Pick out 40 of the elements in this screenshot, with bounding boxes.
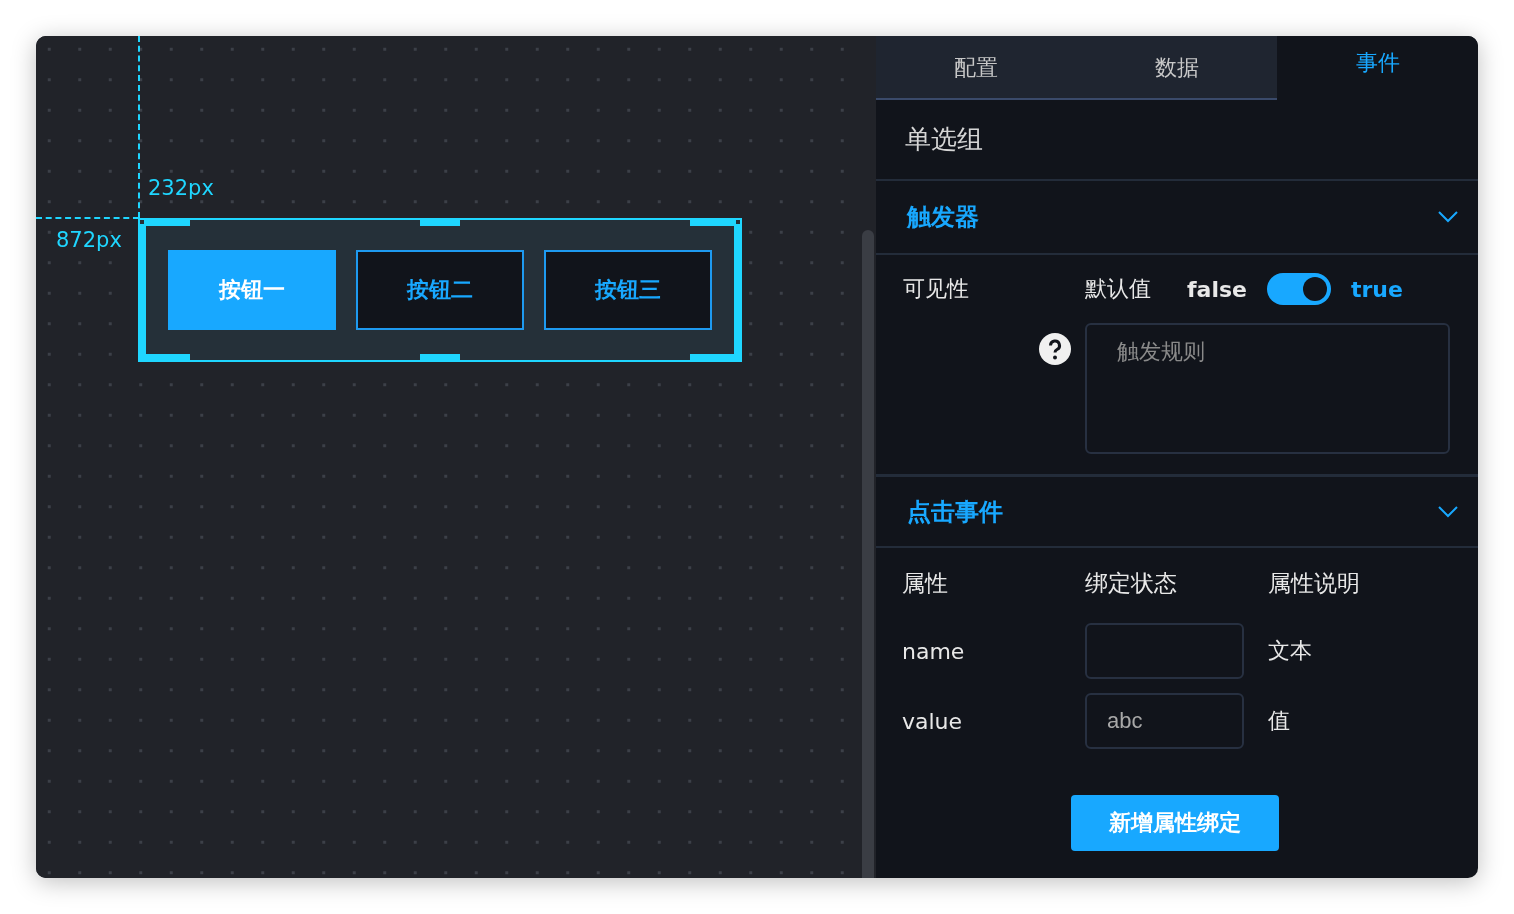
section-title: 点击事件 — [907, 496, 1003, 528]
chevron-icon[interactable] — [1438, 211, 1458, 223]
column-header: 属性说明 — [1268, 569, 1361, 598]
binding-input[interactable]: abc — [1085, 693, 1244, 749]
binding-input[interactable] — [1085, 623, 1244, 679]
field-label: 默认值 — [1085, 275, 1151, 303]
resize-handle[interactable] — [420, 354, 460, 360]
rule-textarea[interactable]: 触发规则 — [1085, 323, 1450, 454]
scrollbar-thumb[interactable] — [862, 230, 874, 878]
tab[interactable]: 配置 — [876, 36, 1077, 100]
section-title: 触发器 — [907, 202, 979, 233]
tab[interactable]: 事件 — [1277, 36, 1478, 100]
radio-option[interactable]: 按钮三 — [544, 250, 712, 330]
chevron-icon[interactable] — [1438, 505, 1458, 518]
attribute-description: 文本 — [1268, 637, 1313, 665]
column-header: 绑定状态 — [1085, 569, 1178, 598]
resize-handle[interactable] — [690, 220, 736, 226]
guide-label: 872px — [56, 228, 122, 252]
section-header[interactable]: 点击事件 — [876, 474, 1478, 548]
resize-handle[interactable] — [144, 220, 190, 226]
resize-handle[interactable] — [140, 224, 146, 360]
help-icon[interactable] — [1039, 333, 1071, 365]
radio-option[interactable]: 按钮二 — [356, 250, 524, 330]
resize-handle[interactable] — [734, 224, 740, 360]
selection-frame[interactable]: 按钮一 按钮二 按钮三 — [138, 218, 742, 362]
column-header: 属性 — [902, 569, 949, 598]
resize-handle[interactable] — [690, 354, 736, 360]
component-name: 单选组 — [876, 100, 1478, 181]
resize-handle[interactable] — [144, 354, 190, 360]
switch-off-label: false — [1187, 276, 1247, 302]
attribute-name: name — [902, 638, 966, 664]
switch-on-label: true — [1351, 276, 1403, 302]
guide-label: 232px — [148, 176, 214, 200]
resize-handle[interactable] — [420, 220, 460, 226]
section-header[interactable]: 触发器 — [876, 181, 1478, 255]
attribute-description: 值 — [1268, 707, 1291, 735]
attribute-name: value — [902, 708, 964, 734]
tab[interactable]: 数据 — [1076, 36, 1278, 100]
field-label: 可见性 — [903, 276, 969, 301]
toggle-switch[interactable] — [1267, 273, 1331, 305]
